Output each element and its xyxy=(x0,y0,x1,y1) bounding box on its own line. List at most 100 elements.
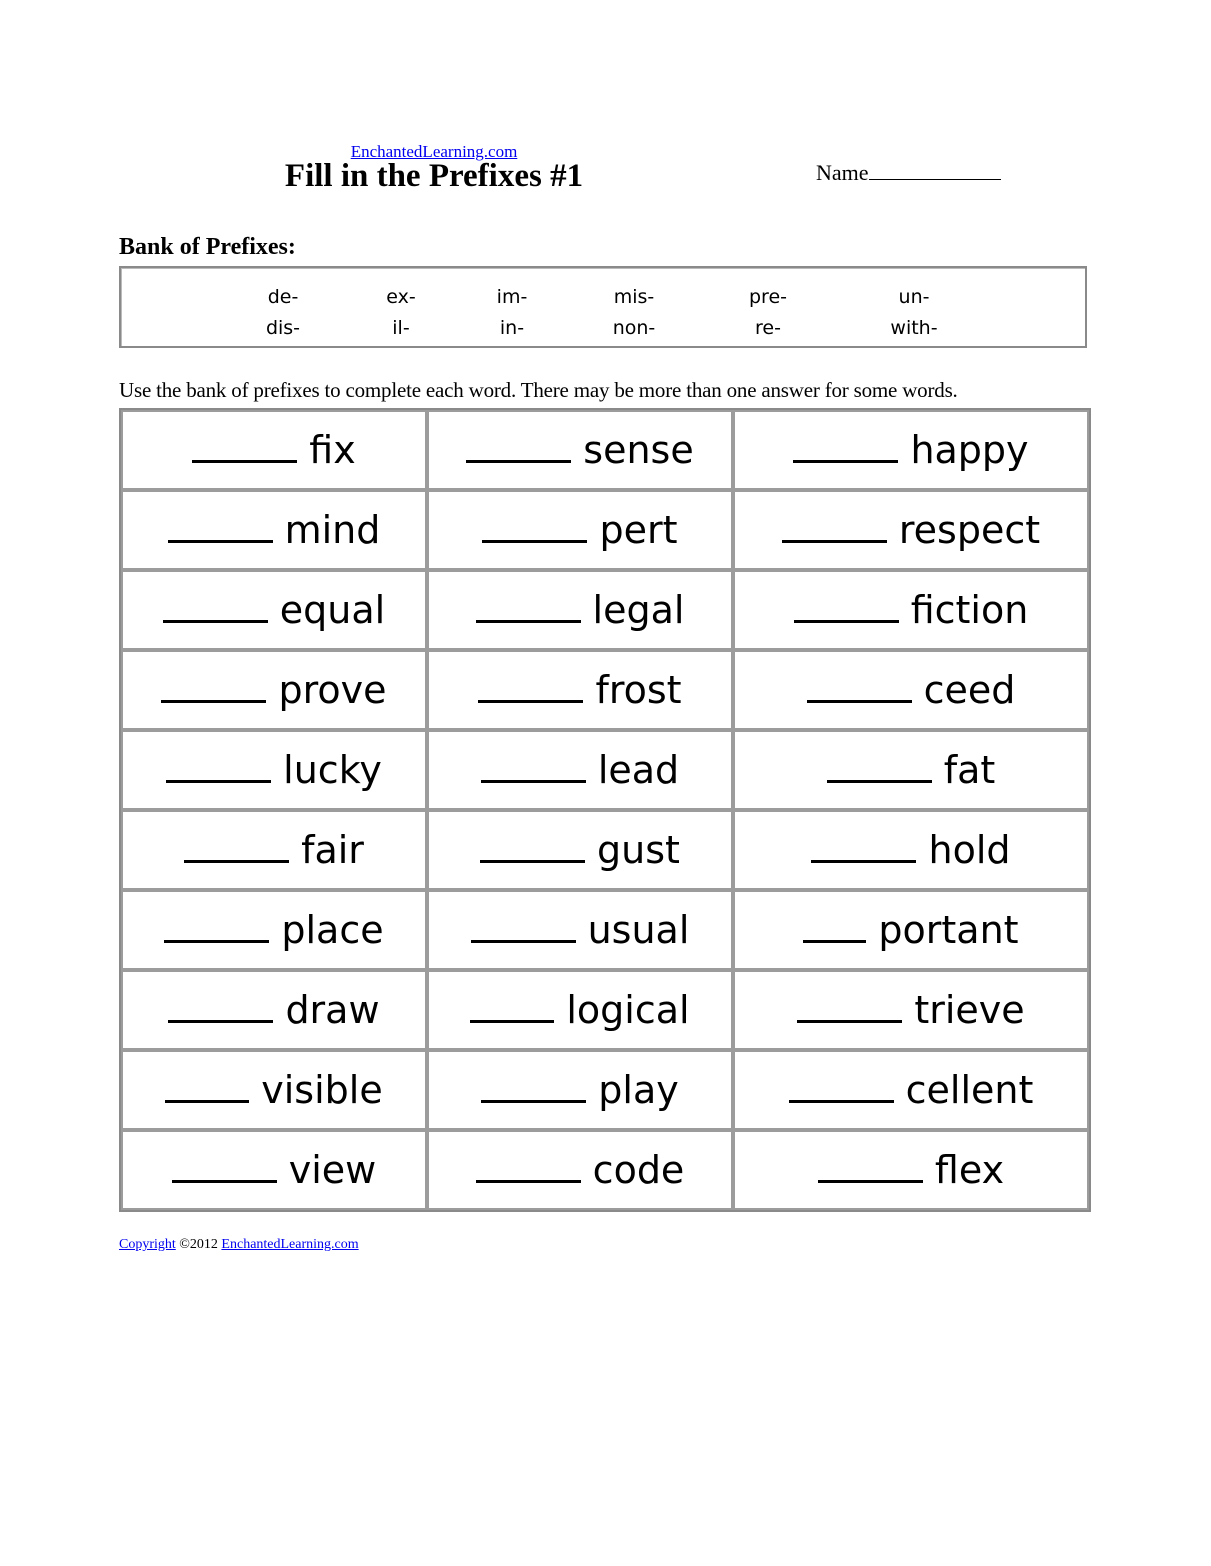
word-cell: ceed xyxy=(733,650,1089,730)
prefix-blank[interactable] xyxy=(164,910,270,943)
prefix-blank[interactable] xyxy=(166,750,272,783)
copyright-link[interactable]: Copyright xyxy=(119,1237,176,1252)
prefix-item: dis- xyxy=(265,317,301,339)
word-cell: view xyxy=(121,1130,427,1210)
instructions: Use the bank of prefixes to complete eac… xyxy=(119,378,958,402)
word-cell: flex xyxy=(733,1130,1089,1210)
prefix-blank[interactable] xyxy=(161,670,267,703)
word-stem: lucky xyxy=(283,748,382,792)
word-stem: sense xyxy=(583,428,694,472)
prefix-blank[interactable] xyxy=(475,1150,581,1183)
word-stem: view xyxy=(288,1148,377,1192)
prefix-blank[interactable] xyxy=(803,910,867,943)
prefix-item: mis- xyxy=(613,286,655,308)
prefix-column: un-with- xyxy=(890,282,937,344)
word-stem: fix xyxy=(309,428,356,472)
word-cell: cellent xyxy=(733,1050,1089,1130)
word-cell: pert xyxy=(427,490,733,570)
word-cell: usual xyxy=(427,890,733,970)
word-row: place usual portant xyxy=(121,890,1089,970)
prefix-item: de- xyxy=(267,286,299,308)
word-stem: logical xyxy=(566,988,690,1032)
prefix-item: with- xyxy=(890,317,938,339)
prefix-blank[interactable] xyxy=(806,670,912,703)
copyright-year: ©2012 xyxy=(179,1237,218,1252)
bank-heading: Bank of Prefixes: xyxy=(119,234,296,260)
footer: Copyright ©2012 EnchantedLearning.com xyxy=(119,1237,359,1253)
word-cell: draw xyxy=(121,970,427,1050)
word-stem: visible xyxy=(261,1068,383,1112)
word-cell: fair xyxy=(121,810,427,890)
prefix-item: non- xyxy=(612,317,656,339)
word-cell: happy xyxy=(733,410,1089,490)
prefix-column: pre-re- xyxy=(749,282,787,344)
prefix-blank[interactable] xyxy=(466,430,572,463)
word-cell: hold xyxy=(733,810,1089,890)
prefix-blank[interactable] xyxy=(162,590,268,623)
prefix-item: il- xyxy=(392,317,410,339)
word-stem: portant xyxy=(878,908,1019,952)
prefix-blank[interactable] xyxy=(184,830,290,863)
word-cell: legal xyxy=(427,570,733,650)
prefix-blank[interactable] xyxy=(480,750,586,783)
prefix-blank[interactable] xyxy=(781,510,887,543)
prefix-bank: de-dis-ex-il-im-in-mis-non-pre-re-un-wit… xyxy=(119,266,1087,348)
prefix-blank[interactable] xyxy=(478,670,584,703)
prefix-item: pre- xyxy=(749,286,787,308)
word-stem: lead xyxy=(597,748,680,792)
prefix-blank[interactable] xyxy=(793,430,899,463)
prefix-blank[interactable] xyxy=(797,990,903,1023)
word-stem: fiction xyxy=(910,588,1029,632)
word-stem: fair xyxy=(301,828,364,872)
word-row: fix sense happy xyxy=(121,410,1089,490)
word-stem: place xyxy=(281,908,384,952)
word-stem: ceed xyxy=(923,668,1016,712)
prefix-item: in- xyxy=(499,317,525,339)
word-stem: trieve xyxy=(914,988,1025,1032)
word-stem: draw xyxy=(285,988,380,1032)
page-title: Fill in the Prefixes #1 xyxy=(284,158,584,194)
name-blank-line[interactable] xyxy=(868,157,1001,180)
word-row: visible play cellent xyxy=(121,1050,1089,1130)
word-stem: legal xyxy=(592,588,685,632)
word-cell: mind xyxy=(121,490,427,570)
word-stem: frost xyxy=(595,668,682,712)
prefix-item: im- xyxy=(496,286,528,308)
word-stem: play xyxy=(598,1068,679,1112)
word-cell: play xyxy=(427,1050,733,1130)
word-cell: equal xyxy=(121,570,427,650)
word-row: equal legal fiction xyxy=(121,570,1089,650)
prefix-blank[interactable] xyxy=(482,510,588,543)
prefix-blank[interactable] xyxy=(167,510,273,543)
prefix-item: re- xyxy=(755,317,781,339)
word-cell: place xyxy=(121,890,427,970)
prefix-blank[interactable] xyxy=(475,590,581,623)
word-row: prove frost ceed xyxy=(121,650,1089,730)
word-row: lucky lead fat xyxy=(121,730,1089,810)
prefix-blank[interactable] xyxy=(165,1070,250,1103)
prefix-blank[interactable] xyxy=(480,830,586,863)
prefix-blank[interactable] xyxy=(788,1070,894,1103)
word-cell: lucky xyxy=(121,730,427,810)
word-cell: portant xyxy=(733,890,1089,970)
prefix-blank[interactable] xyxy=(168,990,274,1023)
prefix-blank[interactable] xyxy=(793,590,899,623)
word-stem: gust xyxy=(597,828,680,872)
prefix-blank[interactable] xyxy=(481,1070,587,1103)
prefix-blank[interactable] xyxy=(826,750,932,783)
footer-site-link[interactable]: EnchantedLearning.com xyxy=(221,1237,358,1252)
word-cell: lead xyxy=(427,730,733,810)
word-row: mind pert respect xyxy=(121,490,1089,570)
prefix-blank[interactable] xyxy=(811,830,917,863)
word-stem: flex xyxy=(934,1148,1005,1192)
word-stem: usual xyxy=(587,908,690,952)
prefix-blank[interactable] xyxy=(171,1150,277,1183)
name-field: Name xyxy=(816,157,1001,186)
word-cell: respect xyxy=(733,490,1089,570)
prefix-blank[interactable] xyxy=(817,1150,923,1183)
word-cell: trieve xyxy=(733,970,1089,1050)
prefix-blank[interactable] xyxy=(470,910,576,943)
word-row: draw logical trieve xyxy=(121,970,1089,1050)
prefix-blank[interactable] xyxy=(470,990,555,1023)
prefix-blank[interactable] xyxy=(192,430,298,463)
